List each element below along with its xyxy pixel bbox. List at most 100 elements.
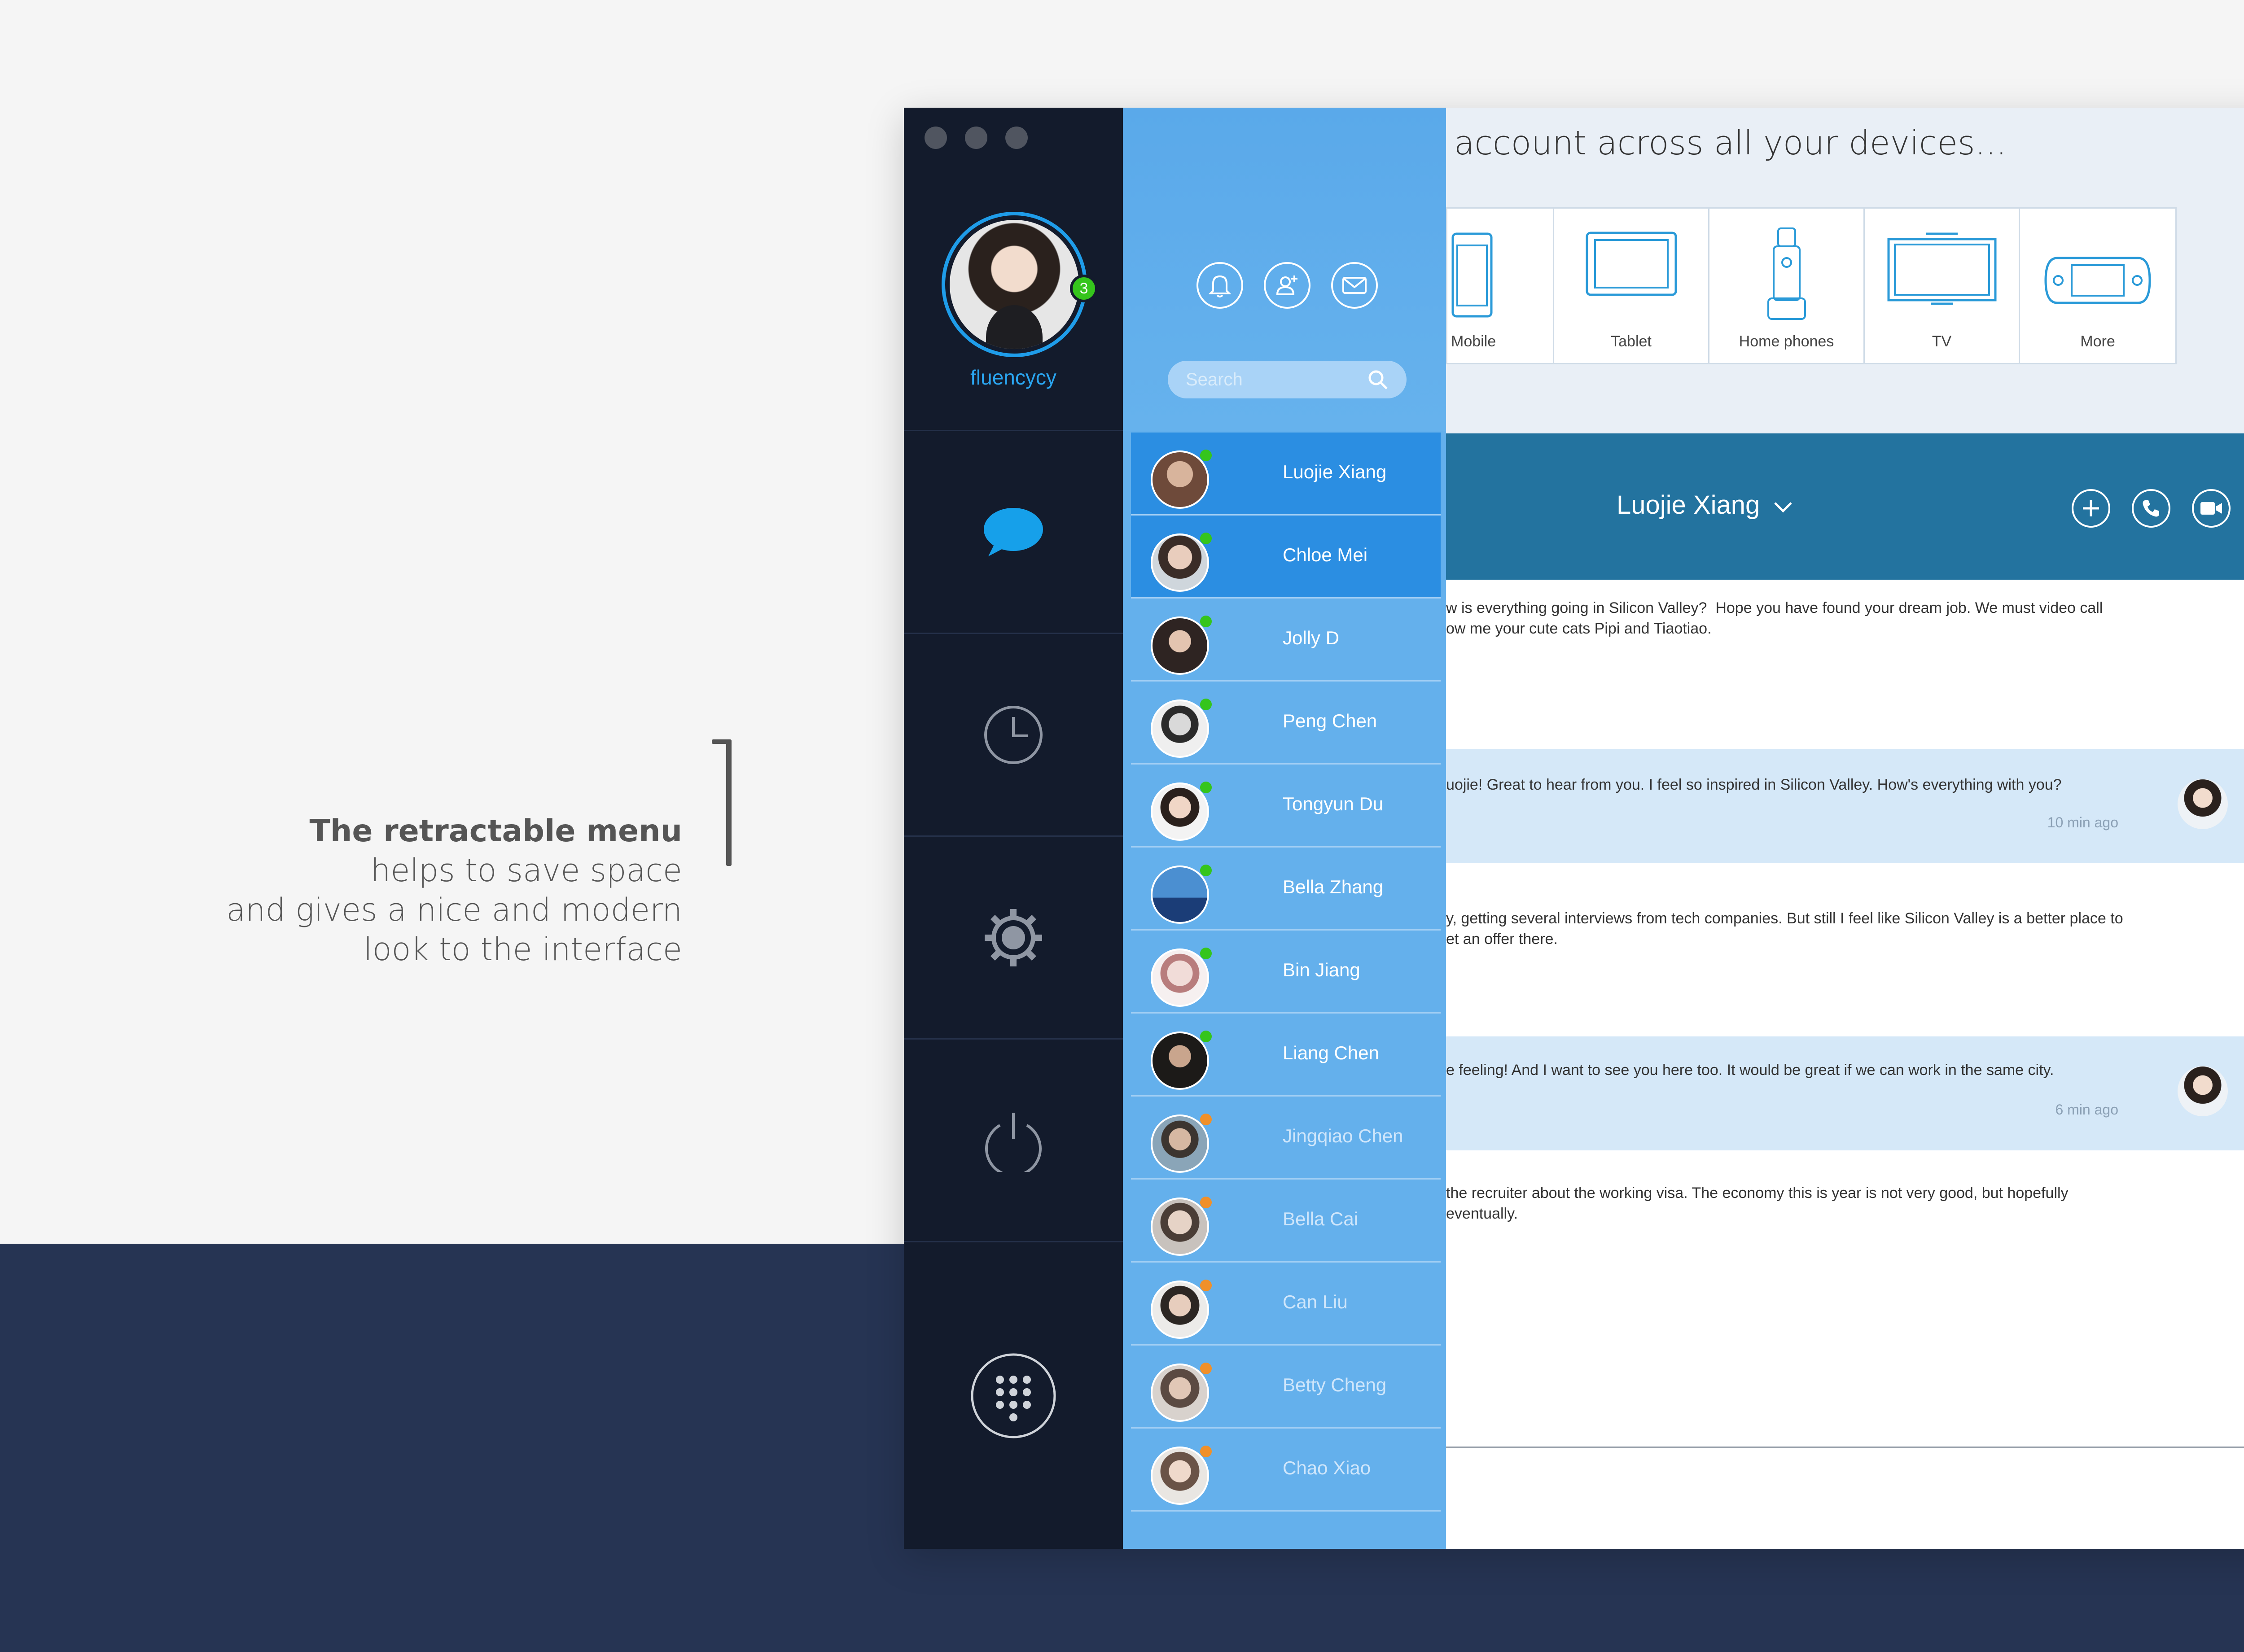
contact-avatar [1151, 865, 1209, 924]
message-time: 10 min ago [2047, 814, 2118, 830]
profile-username[interactable]: fluencycy [904, 365, 1123, 389]
settings-icon [985, 909, 1042, 966]
online-status-dot [1200, 450, 1212, 461]
contact-item[interactable]: Luojie Xiang [1131, 433, 1441, 516]
contact-avatar [1151, 1364, 1209, 1422]
nav-item-recents[interactable] [904, 633, 1123, 835]
contact-item[interactable]: Peng Chen [1131, 682, 1441, 765]
contact-name: Can Liu [1283, 1291, 1348, 1312]
online-status-dot [1200, 699, 1212, 710]
device-label: Tablet [1611, 333, 1652, 350]
contact-item[interactable]: Jolly D [1131, 599, 1441, 682]
notification-badge: 3 [1070, 275, 1098, 302]
video-call-button[interactable] [2192, 489, 2231, 528]
contact-avatar [1151, 533, 1209, 592]
contact-name: Bin Jiang [1283, 959, 1360, 980]
contact-item[interactable]: Jingqiao Chen [1131, 1097, 1441, 1180]
window-minimize-button[interactable] [965, 127, 987, 149]
contact-search[interactable]: Search [1168, 361, 1407, 398]
online-status-dot [1200, 865, 1212, 876]
device-mobile[interactable]: Mobile [1447, 209, 1554, 363]
devices-banner: account across all your devices... Mobil… [1446, 108, 2244, 433]
contact-item[interactable]: Bin Jiang [1131, 931, 1441, 1014]
contacts-panel: Search Luojie Xiang Chloe Mei Jolly D Pe… [1123, 108, 1446, 1549]
online-status-dot [1200, 948, 1212, 959]
voice-call-button[interactable] [2132, 489, 2170, 528]
power-icon [985, 1112, 1042, 1172]
add-participant-button[interactable] [2072, 489, 2110, 528]
contact-item[interactable]: Tongyun Du [1131, 765, 1441, 848]
contact-name: Betty Cheng [1283, 1374, 1387, 1395]
message-text: uojie! Great to hear from you. I feel so… [1446, 776, 2062, 793]
contact-name: Jolly D [1283, 627, 1340, 648]
mail-icon [1342, 277, 1367, 294]
nav-item-dialpad[interactable] [904, 1241, 1123, 1549]
search-icon[interactable] [1367, 369, 1389, 390]
device-home-phones[interactable]: Home phones [1709, 209, 1865, 363]
away-status-dot [1200, 1446, 1212, 1457]
notifications-button[interactable] [1197, 262, 1243, 309]
message-outgoing: uojie! Great to hear from you. I feel so… [1446, 749, 2244, 863]
device-label: More [2080, 333, 2115, 350]
chat-actions [2072, 489, 2231, 528]
profile-photo [950, 220, 1079, 349]
device-tablet[interactable]: Tablet [1554, 209, 1709, 363]
window-close-button[interactable] [925, 127, 947, 149]
nav-rail: 3 fluencycy [904, 108, 1123, 1549]
bell-icon [1209, 275, 1231, 297]
caption-line: helps to save space [370, 852, 682, 889]
contact-name: Bella Zhang [1283, 876, 1384, 897]
device-label: Mobile [1451, 333, 1496, 350]
message-compose-input[interactable] [1446, 1447, 2244, 1549]
away-status-dot [1200, 1197, 1212, 1208]
message-incoming: the recruiter about the working visa. Th… [1446, 1150, 2244, 1330]
away-status-dot [1200, 1363, 1212, 1374]
add-contact-icon [1276, 275, 1297, 295]
profile-avatar[interactable] [942, 212, 1087, 357]
contact-item[interactable]: Can Liu [1131, 1263, 1441, 1346]
contact-item[interactable]: Betty Cheng [1131, 1346, 1441, 1429]
device-tv[interactable]: TV [1865, 209, 2020, 363]
home-phone-icon [1767, 227, 1806, 320]
contact-avatar [1151, 450, 1209, 509]
contact-name: Jingqiao Chen [1283, 1125, 1403, 1146]
caption: The retractable menu helps to save space… [135, 812, 682, 969]
contact-avatar [1151, 1447, 1209, 1505]
devices-title: account across all your devices... [1454, 124, 2007, 162]
online-status-dot [1200, 616, 1212, 627]
chat-contact-selector[interactable]: Luojie Xiang [1617, 490, 1793, 520]
tablet-icon [1586, 232, 1677, 296]
add-icon [2083, 500, 2099, 516]
chat-icon [984, 507, 1043, 556]
chat-contact-name: Luojie Xiang [1617, 490, 1760, 520]
contact-item[interactable]: Bella Zhang [1131, 848, 1441, 931]
clock-icon [984, 705, 1043, 764]
messages-button[interactable] [1331, 262, 1378, 309]
sender-avatar [2178, 1066, 2228, 1116]
contact-list: Luojie Xiang Chloe Mei Jolly D Peng Chen [1131, 433, 1441, 1512]
nav-item-logout[interactable] [904, 1038, 1123, 1241]
search-placeholder: Search [1186, 369, 1243, 389]
message-text: y, getting several interviews from tech … [1446, 910, 2123, 948]
device-more[interactable]: More [2020, 209, 2175, 363]
contact-avatar [1151, 616, 1209, 675]
device-label: TV [1932, 333, 1952, 350]
contacts-header: Search [1123, 108, 1446, 431]
contact-item[interactable]: Bella Cai [1131, 1180, 1441, 1263]
message-incoming: w is everything going in Silicon Valley?… [1446, 580, 2244, 749]
video-icon [2200, 502, 2222, 515]
contact-item[interactable]: Liang Chen [1131, 1014, 1441, 1097]
away-status-dot [1200, 1114, 1212, 1125]
add-contact-button[interactable] [1264, 262, 1310, 309]
contact-item[interactable]: Chao Xiao [1131, 1429, 1441, 1512]
contact-name: Chao Xiao [1283, 1457, 1371, 1478]
message-outgoing: e feeling! And I want to see you here to… [1446, 1036, 2244, 1150]
contact-item[interactable]: Chloe Mei [1131, 516, 1441, 599]
window-zoom-button[interactable] [1005, 127, 1028, 149]
nav-item-chat[interactable] [904, 430, 1123, 633]
nav-item-settings[interactable] [904, 835, 1123, 1038]
contact-name: Tongyun Du [1283, 793, 1384, 814]
online-status-dot [1200, 1031, 1212, 1042]
devices-grid: Mobile Tablet Home phones TV More [1446, 207, 2177, 364]
message-text: e feeling! And I want to see you here to… [1446, 1062, 2054, 1079]
